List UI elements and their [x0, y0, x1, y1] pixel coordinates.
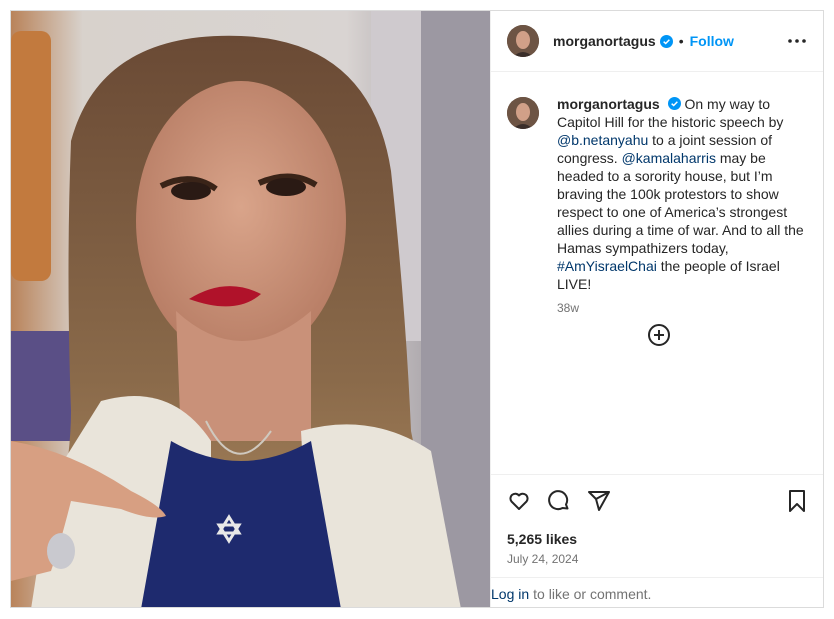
login-prompt: Log in to like or comment.: [491, 577, 823, 607]
add-comment-icon: [648, 324, 670, 346]
separator-dot: •: [678, 33, 684, 49]
comment-button[interactable]: [547, 489, 571, 513]
more-icon: [788, 39, 806, 43]
selfie-image: [11, 11, 490, 607]
login-suffix: to like or comment.: [533, 586, 652, 602]
heart-icon: [509, 492, 529, 510]
bookmark-icon: [789, 490, 805, 512]
actions-divider: [491, 474, 823, 475]
caption-avatar[interactable]: [507, 97, 539, 129]
hashtag-amyisraelchai[interactable]: #AmYisraelChai: [557, 258, 657, 274]
post-header: morganortagus • Follow: [491, 11, 823, 72]
add-comment-button[interactable]: [647, 323, 671, 347]
share-button[interactable]: [587, 489, 611, 513]
caption: morganortagus On my way to Capitol Hill …: [507, 95, 811, 317]
username[interactable]: morganortagus: [553, 33, 656, 49]
action-icons: [507, 489, 809, 513]
avatar[interactable]: [507, 25, 539, 57]
mention-kamalaharris[interactable]: @kamalaharris: [622, 150, 716, 166]
like-button[interactable]: [507, 489, 531, 513]
more-options-button[interactable]: [785, 29, 809, 53]
comment-icon: [548, 490, 569, 511]
likes-count[interactable]: 5,265 likes: [507, 531, 577, 547]
post-date[interactable]: July 24, 2024: [507, 552, 578, 566]
save-button[interactable]: [785, 489, 809, 513]
caption-text: morganortagus On my way to Capitol Hill …: [557, 95, 811, 317]
caption-username[interactable]: morganortagus: [557, 96, 660, 112]
follow-button[interactable]: Follow: [690, 33, 734, 49]
verified-icon: [667, 97, 681, 110]
post-age[interactable]: 38w: [557, 299, 811, 317]
post-card: morganortagus • Follow morganortagus On …: [10, 10, 824, 608]
post-sidebar: morganortagus • Follow morganortagus On …: [490, 11, 823, 607]
login-link[interactable]: Log in: [491, 586, 529, 602]
mention-netanyahu[interactable]: @b.netanyahu: [557, 132, 648, 148]
share-icon: [588, 491, 610, 511]
verified-icon: [659, 34, 673, 48]
post-photo[interactable]: [11, 11, 490, 607]
